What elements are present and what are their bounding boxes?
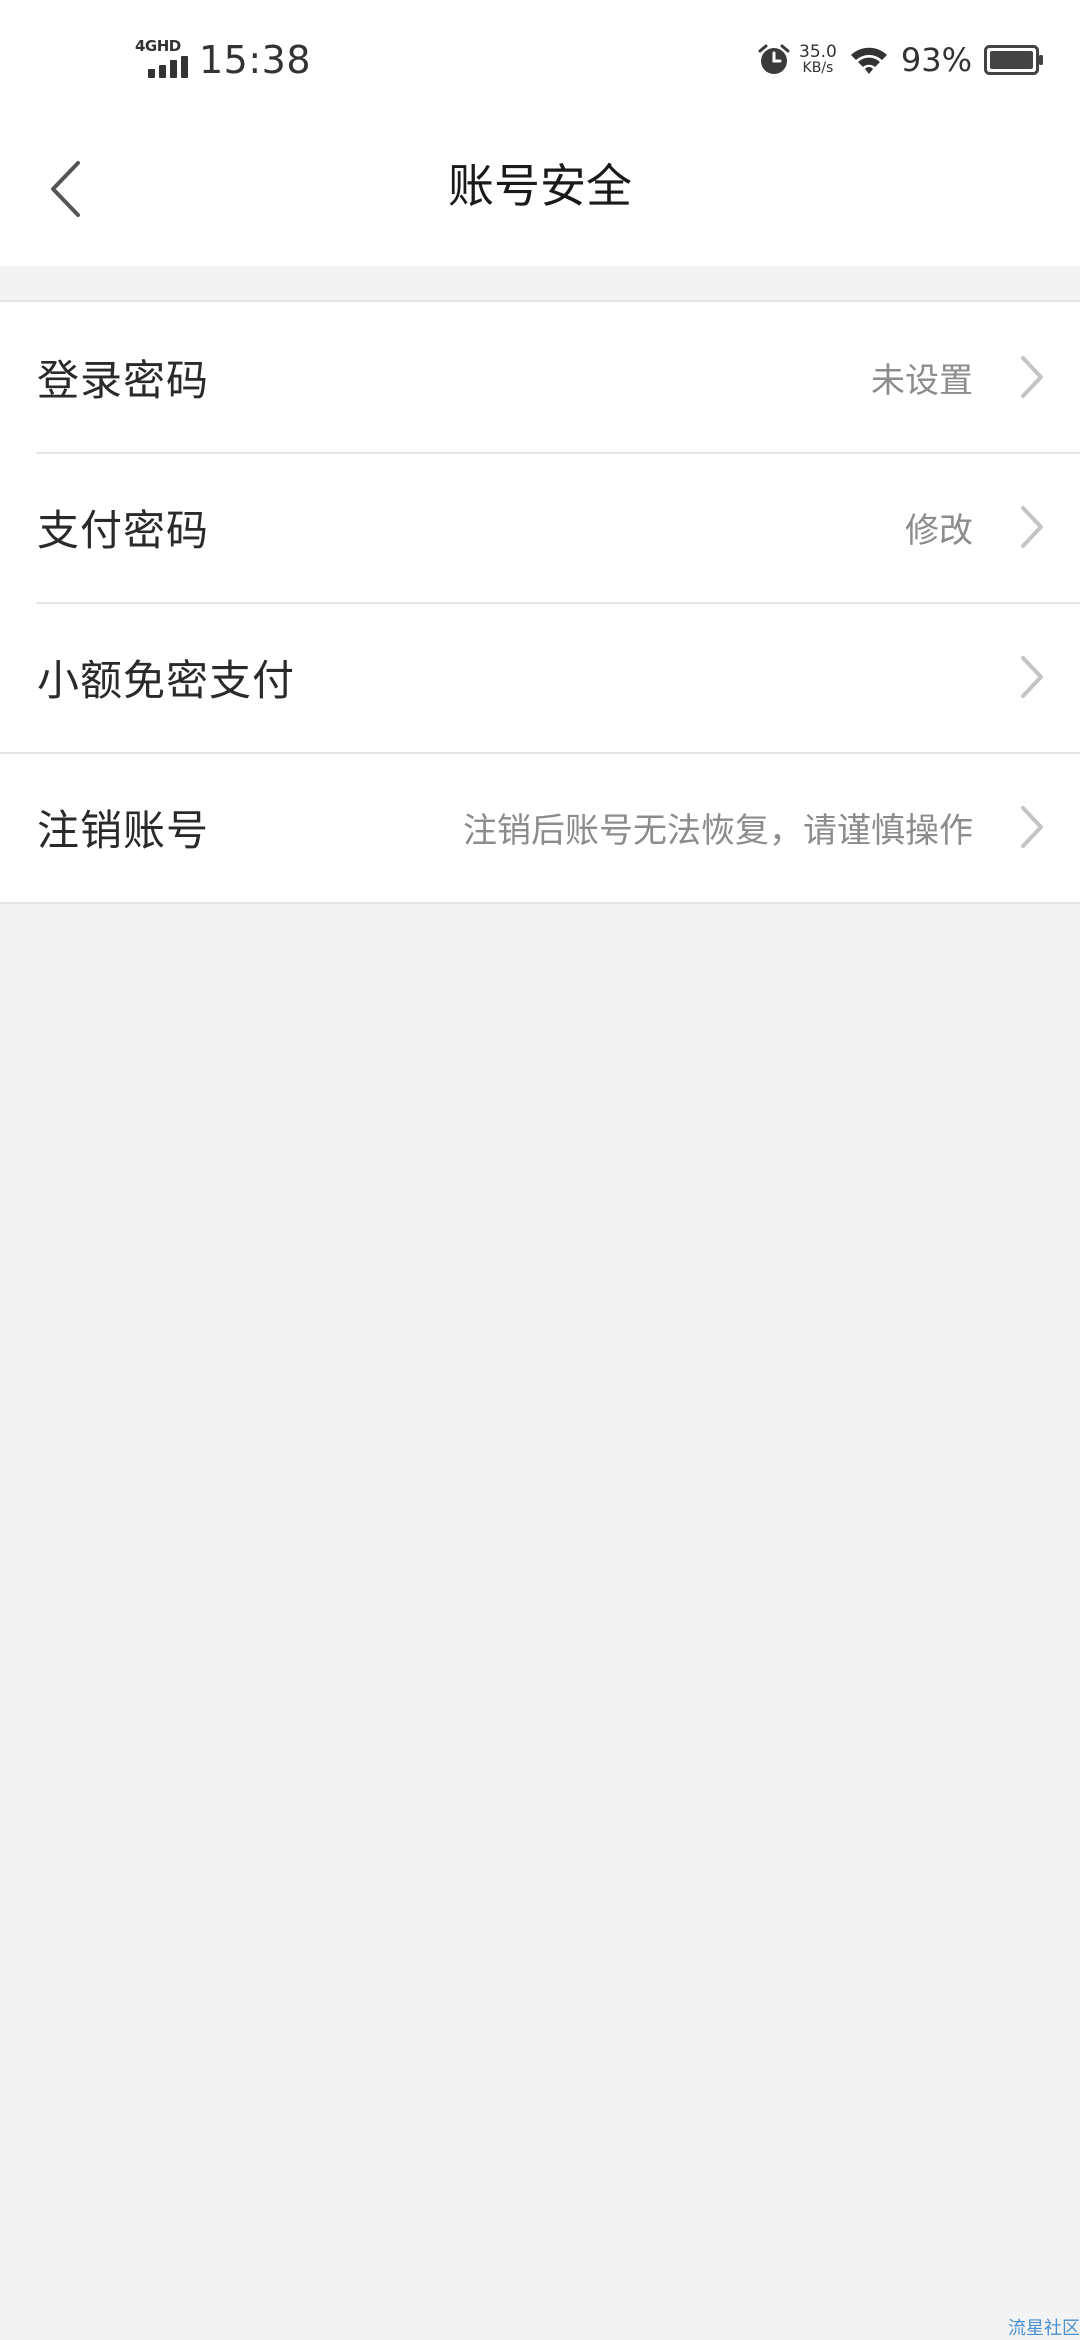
- page-title: 账号安全: [448, 159, 632, 213]
- network-speed-unit: KB/s: [802, 60, 834, 76]
- payment-password-row[interactable]: 支付密码 修改: [0, 452, 1080, 602]
- chevron-right-icon: [1021, 656, 1043, 698]
- cancel-account-row[interactable]: 注销账号 注销后账号无法恢复，请谨慎操作: [0, 752, 1080, 902]
- network-speed: 35.0 KB/s: [799, 42, 837, 77]
- settings-list: 登录密码 未设置 支付密码 修改 小额免密支付 注销账号 注销后账号无法恢复，请…: [0, 300, 1080, 904]
- signal-icon: 4GHD: [135, 37, 188, 82]
- row-label: 支付密码: [37, 505, 210, 555]
- network-type: 4GHD: [135, 37, 181, 55]
- row-value: 注销后账号无法恢复，请谨慎操作: [463, 810, 973, 851]
- signal-bars-icon: [148, 56, 188, 78]
- alarm-icon: [758, 44, 790, 74]
- login-password-row[interactable]: 登录密码 未设置: [0, 302, 1080, 452]
- status-bar-left: 4GHD 15:38: [135, 30, 311, 90]
- status-bar-right: 35.0 KB/s 93%: [757, 34, 1044, 86]
- chevron-right-icon: [1021, 506, 1043, 548]
- row-label: 小额免密支付: [37, 655, 296, 705]
- wifi-icon: [850, 47, 887, 74]
- battery-percent: 93%: [900, 41, 972, 79]
- row-label: 登录密码: [37, 355, 210, 405]
- network-speed-value: 35.0: [799, 42, 837, 62]
- watermark: 流星社区: [1008, 2318, 1080, 2339]
- row-value: 修改: [905, 510, 973, 551]
- battery-icon: [984, 45, 1043, 75]
- status-bar: 4GHD 15:38 35.0 KB/s 93%: [0, 0, 1080, 110]
- status-time: 15:38: [199, 38, 312, 82]
- chevron-right-icon: [1021, 356, 1043, 398]
- navigation-header: 账号安全: [0, 110, 1080, 266]
- row-value: 未设置: [871, 360, 973, 401]
- chevron-right-icon: [1021, 806, 1043, 848]
- password-free-payment-row[interactable]: 小额免密支付: [0, 602, 1080, 752]
- row-label: 注销账号: [37, 805, 210, 855]
